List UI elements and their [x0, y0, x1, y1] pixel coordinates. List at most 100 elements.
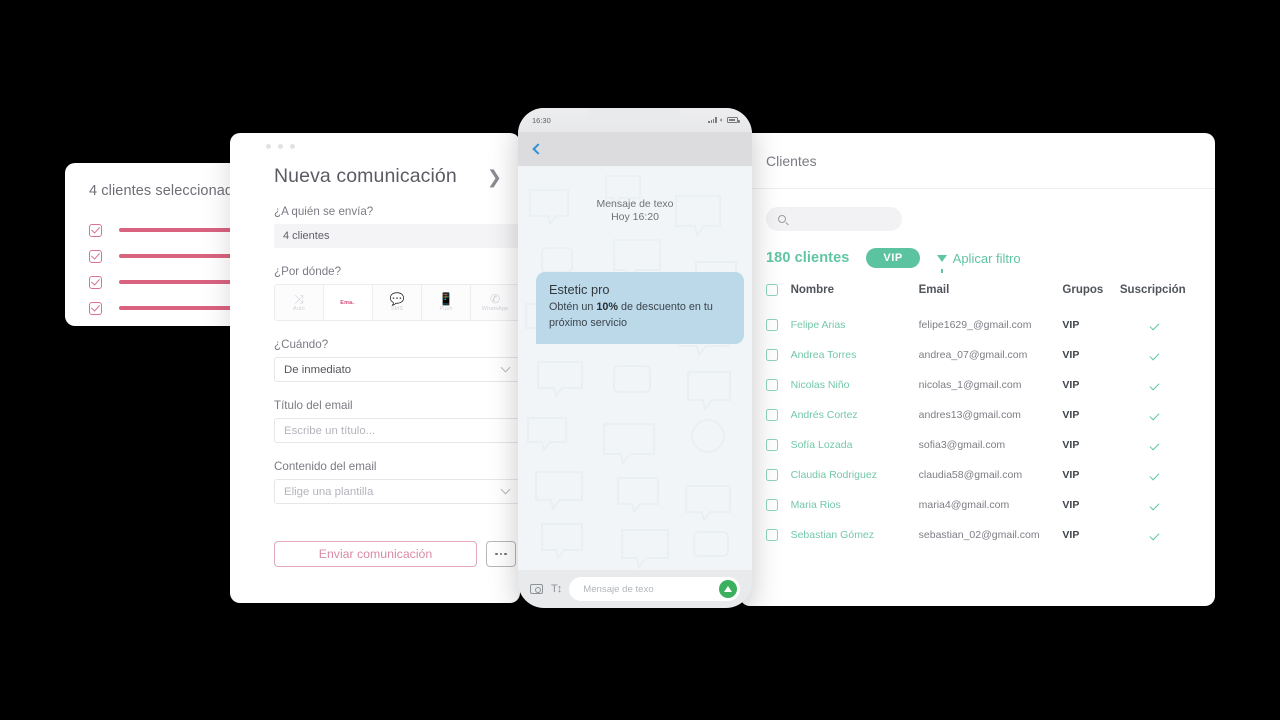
cell-suscripcion — [1120, 400, 1189, 430]
template-select[interactable]: Elige una plantilla — [274, 479, 520, 504]
vip-filter-pill[interactable]: VIP — [866, 248, 920, 268]
chevron-right-icon[interactable]: ❯ — [487, 168, 502, 186]
row-checkbox[interactable] — [766, 469, 778, 481]
cell-nombre[interactable]: Maria Rios — [791, 490, 919, 520]
cell-grupos: VIP — [1062, 349, 1080, 361]
row-checkbox[interactable] — [766, 349, 778, 361]
channel-label: ¿Por dónde? — [274, 265, 342, 278]
search-icon — [778, 215, 786, 223]
row-checkbox[interactable] — [766, 409, 778, 421]
wifi-icon: ◐ — [719, 116, 724, 124]
chat-bubble-icon: 💬 — [389, 292, 405, 306]
page-title: Nueva comunicación — [274, 165, 457, 187]
ellipsis-dot — [499, 552, 503, 556]
row-select-cell — [766, 430, 791, 460]
when-select[interactable]: De inmediato — [274, 357, 520, 382]
signal-icon — [708, 117, 717, 123]
send-arrow-icon[interactable] — [719, 580, 737, 598]
when-label: ¿Cuándo? — [274, 338, 329, 351]
channel-option-email[interactable]: Email — [324, 285, 373, 320]
clients-panel-title: Clientes — [766, 152, 817, 169]
checkbox-checked-icon[interactable] — [89, 223, 102, 237]
cell-email: claudia58@gmail.com — [918, 469, 1023, 481]
table-row[interactable]: Sebastian Gómez sebastian_02@gmail.com V… — [766, 520, 1189, 550]
cell-grupos: VIP — [1062, 319, 1080, 331]
channel-option-sms[interactable]: 💬 SMS — [373, 285, 422, 320]
phone-mockup: 16:30 ◐ Mensaje de texo Hoy 16:20 Esteti… — [518, 108, 752, 608]
status-icons: ◐ — [708, 116, 740, 124]
checkbox-checked-icon[interactable] — [89, 301, 102, 315]
cell-nombre[interactable]: Claudia Rodriguez — [791, 460, 919, 490]
text-format-icon[interactable]: T↕ — [551, 583, 562, 595]
phone-nav-bar — [518, 132, 752, 166]
window-dot — [290, 143, 295, 149]
row-checkbox[interactable] — [766, 529, 778, 541]
table-row[interactable]: Claudia Rodriguez claudia58@gmail.com VI… — [766, 460, 1189, 490]
table-row[interactable]: Felipe Arias felipe1629_@gmail.com VIP — [766, 310, 1189, 340]
message-time: Hoy 16:20 — [611, 211, 659, 224]
funnel-icon — [936, 254, 947, 273]
row-checkbox[interactable] — [766, 379, 778, 391]
chevron-left-icon[interactable] — [532, 143, 544, 155]
cell-nombre[interactable]: Andrés Cortez — [791, 400, 919, 430]
apply-filter-label: Aplicar filtro — [952, 250, 1021, 266]
phone-input-bar: T↕ Mensaje de texo — [518, 570, 752, 608]
channel-option-auto[interactable]: ⤨ Auto — [275, 285, 324, 320]
subject-label: Título del email — [274, 399, 353, 412]
cell-grupos: VIP — [1062, 409, 1080, 421]
channel-selector: ⤨ Auto Email 💬 SMS 📱 Push ✆ WhatsApp — [274, 284, 520, 321]
bubble-title: Estetic pro — [549, 282, 610, 297]
row-checkbox[interactable] — [766, 439, 778, 451]
channel-option-push[interactable]: 📱 Push — [422, 285, 471, 320]
table-row[interactable]: Sofía Lozada sofia3@gmail.com VIP — [766, 430, 1189, 460]
message-input-placeholder: Mensaje de texo — [583, 583, 654, 595]
table-row[interactable]: Andrés Cortez andres13@gmail.com VIP — [766, 400, 1189, 430]
battery-icon — [727, 117, 740, 123]
cell-nombre[interactable]: Andrea Torres — [791, 340, 919, 370]
status-time: 16:30 — [532, 115, 551, 125]
message-input[interactable]: Mensaje de texo — [569, 577, 740, 601]
channel-label-auto: Auto — [293, 306, 305, 312]
table-row[interactable]: Andrea Torres andrea_07@gmail.com VIP — [766, 340, 1189, 370]
clients-table: Nombre Email Grupos Suscripción Felipe A… — [766, 284, 1189, 550]
cell-suscripcion — [1120, 520, 1189, 550]
row-select-cell — [766, 490, 791, 520]
window-dot — [266, 143, 271, 149]
channel-option-whatsapp[interactable]: ✆ WhatsApp — [471, 285, 519, 320]
row-checkbox[interactable] — [766, 319, 778, 331]
whatsapp-icon: ✆ — [489, 292, 501, 306]
cell-nombre[interactable]: Nicolas Niño — [791, 370, 919, 400]
cell-suscripcion — [1120, 460, 1189, 490]
subject-input[interactable]: Escribe un título... — [274, 418, 520, 443]
checkbox-checked-icon[interactable] — [89, 275, 102, 289]
cell-nombre[interactable]: Sofía Lozada — [791, 430, 919, 460]
clients-table-head: Nombre Email Grupos Suscripción — [766, 284, 1189, 310]
camera-icon[interactable] — [530, 584, 543, 594]
column-header-nombre: Nombre — [790, 284, 835, 296]
select-all-checkbox[interactable] — [766, 284, 778, 296]
table-row[interactable]: Maria Rios maria4@gmail.com VIP — [766, 490, 1189, 520]
shuffle-icon: ⤨ — [294, 292, 304, 306]
check-icon — [1149, 470, 1160, 481]
cell-email: felipe1629_@gmail.com — [918, 319, 1032, 331]
cell-nombre[interactable]: Sebastian Gómez — [791, 520, 919, 550]
recipient-field[interactable]: 4 clientes — [274, 224, 520, 248]
clients-count: 180 clientes — [766, 250, 850, 266]
check-icon — [1149, 350, 1160, 361]
row-select-cell — [766, 460, 791, 490]
send-communication-button[interactable]: Enviar comunicación — [274, 541, 477, 567]
cell-suscripcion — [1120, 370, 1189, 400]
search-input[interactable] — [766, 207, 902, 231]
cell-email: andres13@gmail.com — [918, 409, 1021, 421]
bubble-text-bold: 10% — [596, 301, 619, 313]
row-checkbox[interactable] — [766, 499, 778, 511]
table-row[interactable]: Nicolas Niño nicolas_1@gmail.com VIP — [766, 370, 1189, 400]
cell-nombre[interactable]: Felipe Arias — [791, 310, 919, 340]
checkbox-checked-icon[interactable] — [89, 249, 102, 263]
content-label: Contenido del email — [274, 460, 377, 473]
apply-filter-button[interactable]: Aplicar filtro — [936, 250, 1021, 273]
channel-label-whatsapp: WhatsApp — [481, 306, 509, 312]
subject-placeholder: Escribe un título... — [284, 424, 376, 437]
more-options-button[interactable] — [486, 541, 516, 567]
message-meta: Mensaje de texo Hoy 16:20 — [518, 166, 752, 225]
